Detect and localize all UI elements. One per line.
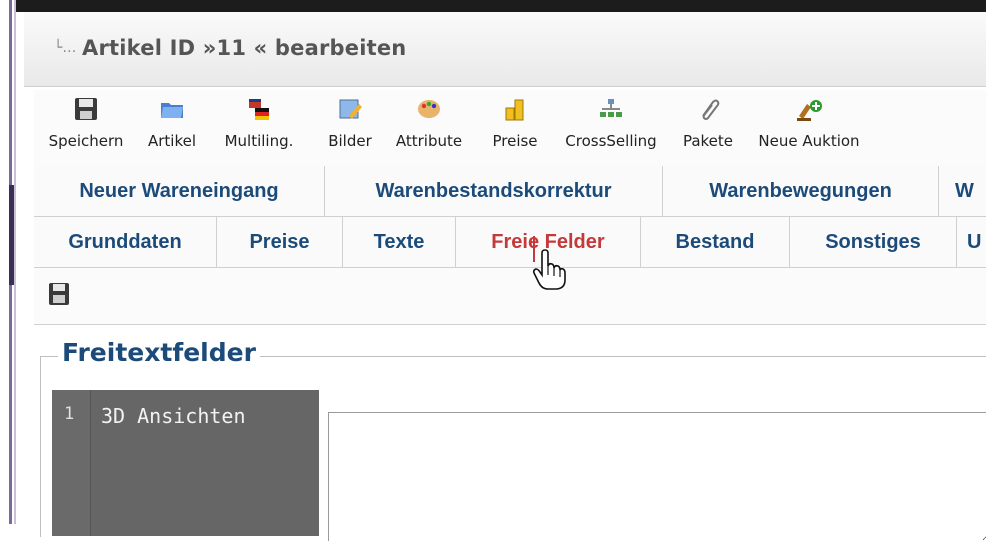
free-field-row: 1 3D Ansichten bbox=[52, 390, 986, 541]
toolbar-button-bilder[interactable]: Bilder bbox=[318, 96, 382, 150]
top-edge bbox=[16, 0, 986, 12]
toolbar-label: Neue Auktion bbox=[758, 132, 860, 150]
toolbar-label: Multiling. bbox=[224, 132, 294, 150]
toolbar-button-artikel[interactable]: Artikel bbox=[138, 96, 206, 150]
line-number-gutter: 1 bbox=[52, 390, 90, 536]
toolbar-label: Bilder bbox=[328, 132, 372, 150]
toolbar-label: Artikel bbox=[147, 132, 197, 150]
toolbar-button-pakete[interactable]: Pakete bbox=[676, 96, 740, 150]
edit-article-window: └… Artikel ID »11 « bearbeiten Speichern… bbox=[24, 12, 986, 541]
tab-partial[interactable]: W bbox=[939, 166, 986, 216]
window-title: Artikel ID »11 « bearbeiten bbox=[82, 36, 407, 60]
title-bar: └… Artikel ID »11 « bearbeiten bbox=[24, 12, 986, 87]
toolbar-label: Speichern bbox=[48, 132, 124, 150]
fieldset-legend: Freitextfelder bbox=[58, 338, 260, 367]
field-value-input[interactable] bbox=[328, 412, 986, 541]
palette-icon bbox=[418, 100, 440, 118]
tab-preise[interactable]: Preise bbox=[217, 217, 343, 267]
save-toolbar bbox=[34, 268, 986, 325]
line-number: 1 bbox=[64, 404, 75, 424]
tree-branch-icon: └… bbox=[54, 40, 77, 56]
tab-warenbestandskorrektur[interactable]: Warenbestandskorrektur bbox=[325, 166, 663, 216]
tab-texte[interactable]: Texte bbox=[343, 217, 456, 267]
toolbar-button-multiling[interactable]: Multiling. bbox=[212, 96, 306, 150]
tab-neuer-wareneingang[interactable]: Neuer Wareneingang bbox=[34, 166, 325, 216]
folder-icon bbox=[161, 103, 183, 118]
toolbar-label: CrossSelling bbox=[565, 132, 657, 150]
floppy-disk-icon[interactable] bbox=[48, 282, 70, 306]
toolbar-button-attribute[interactable]: Attribute bbox=[388, 96, 470, 150]
sitemap-icon bbox=[600, 99, 622, 117]
frame-accent bbox=[9, 185, 14, 285]
hand-pointer-icon bbox=[532, 249, 566, 290]
coins-icon bbox=[505, 99, 524, 121]
stock-tab-bar: Neuer Wareneingang Warenbestandskorrektu… bbox=[34, 166, 986, 217]
toolbar-button-speichern[interactable]: Speichern bbox=[40, 96, 132, 150]
toolbar-label: Preise bbox=[492, 132, 538, 150]
toolbar-button-crossselling[interactable]: CrossSelling bbox=[554, 96, 668, 150]
frame-border-inner bbox=[14, 0, 16, 524]
gavel-plus-icon bbox=[797, 100, 822, 121]
field-name-cell: 3D Ansichten bbox=[90, 390, 319, 536]
toolbar-label: Pakete bbox=[682, 132, 734, 150]
toolbar-label: Attribute bbox=[395, 132, 463, 150]
floppy-disk-icon bbox=[75, 98, 97, 120]
toolbar-button-neue-auktion[interactable]: Neue Auktion bbox=[746, 96, 872, 150]
main-toolbar: Speichern Artikel Multiling. Bilder Attr… bbox=[34, 90, 986, 167]
tab-partial[interactable]: U bbox=[957, 217, 986, 267]
tab-warenbewegungen[interactable]: Warenbewegungen bbox=[663, 166, 939, 216]
flags-icon bbox=[249, 99, 269, 120]
toolbar-button-preise[interactable]: Preise bbox=[480, 96, 550, 150]
tab-grunddaten[interactable]: Grunddaten bbox=[34, 217, 217, 267]
tab-sonstiges[interactable]: Sonstiges bbox=[790, 217, 957, 267]
tab-bestand[interactable]: Bestand bbox=[641, 217, 790, 267]
image-edit-icon bbox=[339, 99, 362, 119]
article-tab-bar: Grunddaten Preise Texte Freie Felder Bes… bbox=[34, 217, 986, 268]
field-name: 3D Ansichten bbox=[101, 404, 246, 428]
paperclip-icon bbox=[702, 99, 720, 120]
